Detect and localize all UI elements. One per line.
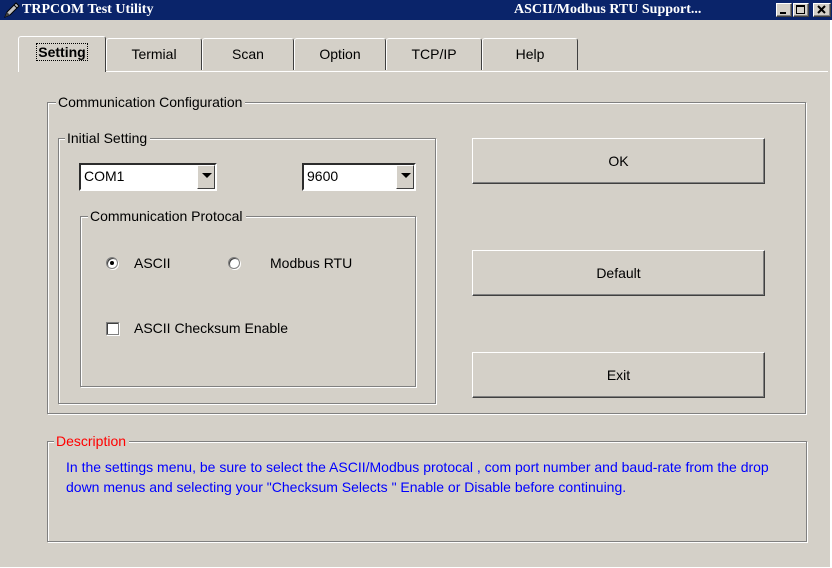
close-icon [817,5,826,14]
description-legend: Description [54,433,130,449]
com-port-value: COM1 [84,168,125,184]
communication-protocol-legend: Communication Protocal [88,208,246,224]
ascii-radio[interactable] [106,257,118,269]
tab-label: Option [319,46,361,62]
chevron-down-icon[interactable] [197,165,215,189]
tab-setting[interactable]: Setting [18,36,106,72]
app-window: TRPCOM Test Utility ASCII/Modbus RTU Sup… [0,0,832,567]
maximize-button[interactable] [793,3,809,17]
ok-button[interactable]: OK [472,138,765,184]
communication-configuration-legend: Communication Configuration [56,94,246,110]
ascii-checksum-label[interactable]: ASCII Checksum Enable [134,320,288,336]
tab-label: Help [515,46,545,62]
chevron-down-icon[interactable] [396,165,414,189]
minimize-icon [780,12,786,14]
close-button[interactable] [813,3,831,17]
title-bar[interactable]: TRPCOM Test Utility ASCII/Modbus RTU Sup… [0,0,832,20]
description-text: In the settings menu, be sure to select … [66,459,769,495]
baud-rate-value: 9600 [307,168,339,184]
modbus-rtu-radio[interactable] [228,257,240,269]
window-title: TRPCOM Test Utility [22,2,154,17]
modbus-rtu-radio-label[interactable]: Modbus RTU [270,255,352,271]
tab-scan[interactable]: Scan [202,38,294,70]
window-subtitle: ASCII/Modbus RTU Support... [514,2,702,17]
exit-button[interactable]: Exit [472,352,765,398]
communication-protocol-group [80,216,416,387]
tab-panel-top-edge [18,71,828,72]
tab-label: Setting [36,43,88,61]
tab-tcpip[interactable]: TCP/IP [386,38,482,70]
tab-label: Termial [131,46,177,62]
tab-label: Scan [232,46,264,62]
minimize-button[interactable] [776,3,792,17]
initial-setting-legend: Initial Setting [65,130,151,146]
com-port-select[interactable]: COM1 [79,163,217,191]
tab-option[interactable]: Option [294,38,386,70]
tab-termial[interactable]: Termial [106,38,202,70]
tab-help[interactable]: Help [482,38,578,70]
ascii-checksum-checkbox[interactable] [106,322,119,335]
maximize-icon [796,5,805,14]
ascii-radio-label[interactable]: ASCII [134,255,171,271]
tab-label: TCP/IP [411,46,457,62]
app-pen-icon [4,2,20,18]
baud-rate-select[interactable]: 9600 [302,163,416,191]
default-button[interactable]: Default [472,250,765,296]
